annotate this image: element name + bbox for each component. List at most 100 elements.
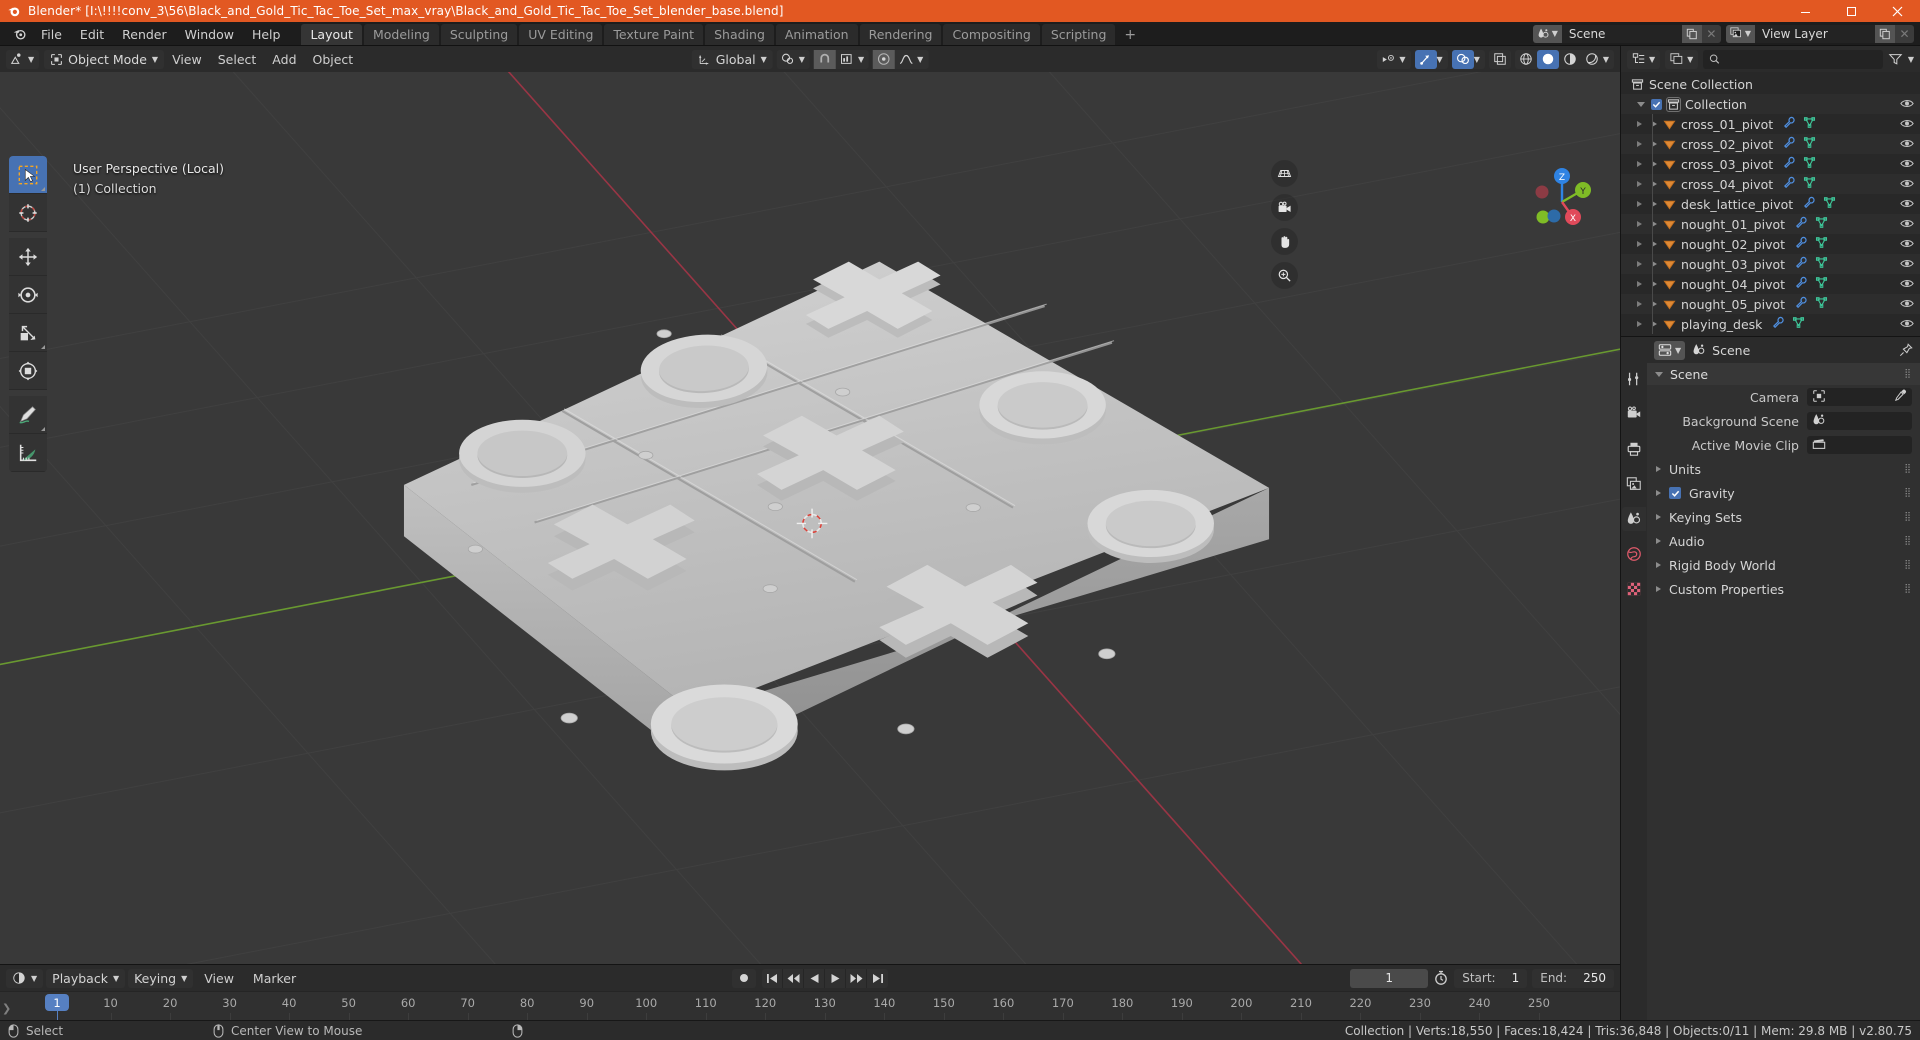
transform-orientation-selector[interactable]: Global ▼	[691, 49, 773, 69]
view-layer-tab[interactable]	[1622, 472, 1646, 496]
viewport-canvas[interactable]	[0, 72, 1620, 964]
modifier-icon[interactable]	[1772, 316, 1785, 332]
background-scene-field[interactable]	[1807, 412, 1912, 430]
gravity-checkbox[interactable]	[1669, 487, 1681, 499]
chevron-right-icon[interactable]	[1656, 586, 1661, 592]
visibility-eye-icon[interactable]	[1900, 297, 1914, 312]
toggle-xray-icon[interactable]	[1489, 50, 1511, 69]
rotate-tool[interactable]	[9, 276, 47, 314]
modifier-icon[interactable]	[1783, 136, 1796, 152]
outliner-row-nought-05-pivot[interactable]: nought_05_pivot	[1621, 294, 1920, 314]
next-keyframe-button[interactable]	[846, 968, 867, 988]
maximize-button[interactable]	[1828, 0, 1874, 22]
workspace-tab-modeling[interactable]: Modeling	[363, 24, 439, 45]
mesh-data-icon[interactable]	[1803, 136, 1816, 152]
navigation-gizmo[interactable]: Z Y X	[1520, 160, 1604, 244]
zoom-view-icon[interactable]	[1271, 262, 1298, 289]
chevron-right-icon[interactable]	[1637, 221, 1642, 227]
playback-menu[interactable]: Playback ▼	[46, 968, 126, 988]
chevron-right-icon[interactable]	[1637, 321, 1642, 327]
chevron-right-icon[interactable]	[1637, 201, 1642, 207]
collection-checkbox[interactable]	[1651, 98, 1662, 110]
timeline-menu-view[interactable]: View	[196, 969, 242, 988]
workspace-tab-uv-editing[interactable]: UV Editing	[519, 24, 603, 45]
wireframe-shading-icon[interactable]	[1515, 50, 1537, 69]
pan-view-icon[interactable]	[1271, 228, 1298, 255]
auto-keying-button[interactable]	[732, 968, 756, 988]
snap-magnet-icon[interactable]	[813, 49, 836, 69]
play-button[interactable]	[825, 968, 846, 988]
outliner-tree[interactable]: Scene Collection Collection cross_01_pivot…	[1621, 72, 1920, 336]
workspace-tab-layout[interactable]: Layout	[301, 24, 362, 45]
modifier-icon[interactable]	[1783, 156, 1796, 172]
chevron-right-icon[interactable]	[1637, 161, 1642, 167]
mesh-data-icon[interactable]	[1823, 196, 1836, 212]
chevron-right-icon[interactable]	[1656, 538, 1661, 544]
properties-editor-type-selector[interactable]: ▼	[1654, 340, 1686, 360]
modifier-icon[interactable]	[1783, 176, 1796, 192]
modifier-icon[interactable]	[1795, 236, 1808, 252]
mesh-data-icon[interactable]	[1815, 236, 1828, 252]
cursor-tool[interactable]	[9, 194, 47, 232]
annotate-tool[interactable]	[9, 396, 47, 434]
remove-scene-button[interactable]: ✕	[1701, 24, 1721, 43]
section-audio[interactable]: Audio ⣿	[1647, 529, 1920, 553]
sidebar-toggle-arrow-icon[interactable]: ❯	[2, 1002, 11, 1015]
tool-tab[interactable]	[1622, 367, 1646, 391]
modifier-icon[interactable]	[1803, 196, 1816, 212]
scene-icon[interactable]: ▼	[1532, 24, 1562, 43]
visibility-eye-icon[interactable]	[1900, 177, 1914, 192]
blender-menu-icon[interactable]	[6, 22, 32, 45]
keying-menu[interactable]: Keying ▼	[128, 968, 194, 988]
modifier-icon[interactable]	[1795, 276, 1808, 292]
workspace-tab-texture-paint[interactable]: Texture Paint	[604, 24, 704, 45]
mesh-data-icon[interactable]	[1815, 276, 1828, 292]
visibility-eye-icon[interactable]	[1900, 197, 1914, 212]
timeline-ruler[interactable]: ❯ 10 20 30 40 50 60 70 80 90 100 110 120 130 140 150 16…	[0, 991, 1620, 1020]
move-tool[interactable]	[9, 238, 47, 276]
view-layer-icon[interactable]: ▼	[1725, 24, 1755, 43]
menu-file[interactable]: File	[32, 22, 71, 46]
interaction-mode-selector[interactable]: Object Mode ▼	[44, 49, 165, 69]
solid-shading-icon[interactable]	[1536, 49, 1559, 69]
viewport-menu-object[interactable]: Object	[305, 50, 362, 69]
chevron-right-icon[interactable]	[1637, 301, 1642, 307]
material-preview-shading-icon[interactable]	[1559, 50, 1581, 69]
proportional-editing-icon[interactable]	[873, 49, 896, 69]
visibility-eye-icon[interactable]	[1900, 157, 1914, 172]
workspace-tab-compositing[interactable]: Compositing	[943, 24, 1040, 45]
current-frame-field[interactable]: 1	[1350, 968, 1429, 988]
outliner-row-cross-04-pivot[interactable]: cross_04_pivot	[1621, 174, 1920, 194]
visibility-eye-icon[interactable]	[1900, 97, 1914, 112]
visibility-eye-icon[interactable]	[1900, 217, 1914, 232]
eyedropper-icon[interactable]	[1894, 389, 1907, 405]
snap-target-icon[interactable]	[836, 50, 858, 69]
tool-expand-corner[interactable]	[41, 427, 45, 431]
mesh-data-icon[interactable]	[1792, 316, 1805, 332]
workspace-tab-scripting[interactable]: Scripting	[1041, 24, 1116, 45]
render-tab[interactable]	[1622, 402, 1646, 426]
editor-type-3d-viewport-icon[interactable]	[6, 50, 28, 69]
view-layer-selector[interactable]: ▼ View Layer ✕	[1725, 24, 1914, 43]
outliner-row-cross-01-pivot[interactable]: cross_01_pivot	[1621, 114, 1920, 134]
tool-expand-corner[interactable]	[41, 345, 45, 349]
section-rigid-body-world[interactable]: Rigid Body World ⣿	[1647, 553, 1920, 577]
viewport-menu-add[interactable]: Add	[264, 50, 304, 69]
workspace-tab-sculpting[interactable]: Sculpting	[440, 24, 518, 45]
jump-to-start-button[interactable]	[762, 968, 783, 988]
scene-selector[interactable]: ▼ Scene ✕	[1532, 24, 1721, 43]
chevron-right-icon[interactable]	[1637, 181, 1642, 187]
chevron-right-icon[interactable]	[1656, 514, 1661, 520]
camera-view-icon[interactable]	[1271, 194, 1298, 221]
tool-expand-corner[interactable]	[41, 187, 45, 191]
outliner-row-cross-03-pivot[interactable]: cross_03_pivot	[1621, 154, 1920, 174]
object-visibility-icon[interactable]	[1377, 50, 1399, 69]
menu-render[interactable]: Render	[113, 22, 176, 46]
section-custom-properties[interactable]: Custom Properties ⣿	[1647, 577, 1920, 601]
show-overlays-icon[interactable]	[1451, 49, 1474, 69]
visibility-eye-icon[interactable]	[1900, 117, 1914, 132]
workspace-tab-shading[interactable]: Shading	[705, 24, 774, 45]
section-gravity[interactable]: Gravity ⣿	[1647, 481, 1920, 505]
chevron-right-icon[interactable]	[1656, 562, 1661, 568]
use-preview-range-icon[interactable]	[1433, 970, 1449, 986]
